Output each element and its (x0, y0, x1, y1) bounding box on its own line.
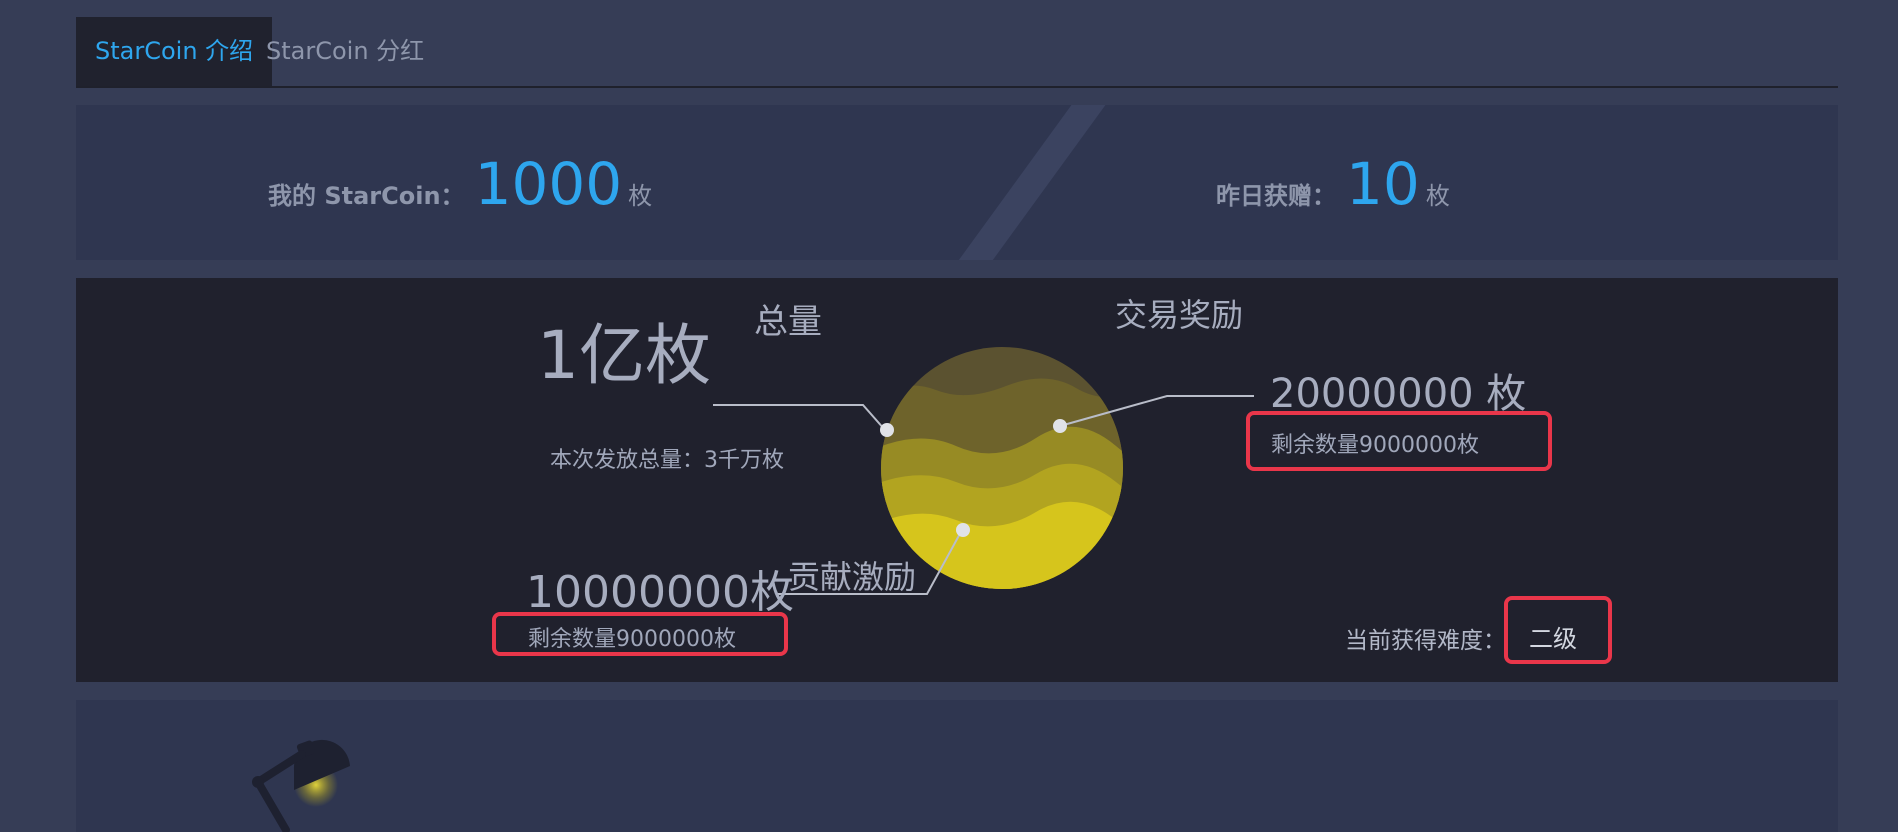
trade-reward-amount: 20000000 枚 (1270, 371, 1527, 417)
issue-note: 本次发放总量：3千万枚 (550, 448, 784, 473)
divider-stripe (940, 105, 1120, 260)
tab-starcoin-dividend[interactable]: StarCoin 分红 (247, 17, 443, 86)
trade-reward-remaining: 剩余数量9000000枚 (1271, 433, 1479, 458)
starcoin-page: StarCoin 介绍 StarCoin 分红 我的 StarCoin： 1000… (0, 0, 1898, 832)
contribution-reward-amount: 10000000枚 (526, 567, 794, 618)
contribution-reward-remaining: 剩余数量9000000枚 (528, 627, 736, 652)
my-starcoin-stat: 我的 StarCoin： 1000 枚 (268, 150, 652, 218)
yesterday-gift-value: 10 (1346, 150, 1420, 218)
total-caption: 总量 (754, 302, 822, 342)
desk-lamp-icon (252, 739, 350, 832)
yesterday-gift-stat: 昨日获赠： 10 枚 (1216, 150, 1450, 218)
bottom-panel (76, 700, 1838, 832)
tab-bar: StarCoin 介绍 StarCoin 分红 (76, 17, 1838, 88)
yesterday-gift-label: 昨日获赠： (1216, 182, 1336, 210)
stats-panel: 我的 StarCoin： 1000 枚 昨日获赠： 10 枚 (76, 105, 1838, 260)
my-starcoin-value: 1000 (474, 150, 623, 218)
my-starcoin-unit: 枚 (628, 182, 653, 210)
trade-reward-caption: 交易奖励 (1115, 296, 1244, 334)
yesterday-gift-unit: 枚 (1425, 182, 1450, 210)
total-amount: 1亿枚 (537, 317, 711, 394)
difficulty-label: 当前获得难度： (1345, 628, 1506, 654)
difficulty-value: 二级 (1529, 625, 1577, 653)
my-starcoin-label: 我的 StarCoin： (268, 182, 465, 210)
tab-starcoin-intro[interactable]: StarCoin 介绍 (76, 17, 273, 86)
distribution-panel: 1亿枚 总量 本次发放总量：3千万枚 交易奖励 20000000 枚 剩余数量9… (76, 278, 1838, 682)
contribution-reward-caption: 贡献激励 (788, 558, 917, 596)
